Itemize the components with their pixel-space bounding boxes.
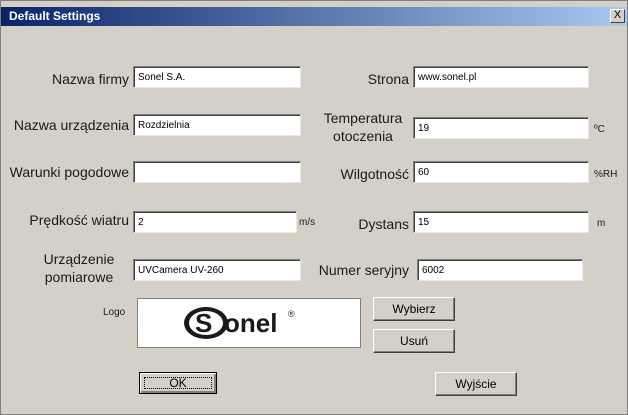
exit-label: Wyjście xyxy=(455,377,497,391)
humidity-input[interactable] xyxy=(413,161,589,183)
instrument-input[interactable] xyxy=(133,259,301,281)
temperature-unit: ºC xyxy=(594,124,605,135)
logo-preview: S onel ® xyxy=(137,298,361,348)
website-input[interactable] xyxy=(413,66,589,88)
close-button[interactable]: X xyxy=(610,9,625,23)
distance-input[interactable] xyxy=(413,211,589,233)
temperature-label-line1: Temperatura xyxy=(323,110,403,126)
sonel-logo-image: S onel ® xyxy=(184,307,295,339)
remove-logo-button[interactable]: Usuń xyxy=(373,329,455,353)
wind-speed-input[interactable] xyxy=(133,211,297,233)
humidity-unit: %RH xyxy=(594,169,618,180)
device-name-input[interactable] xyxy=(133,114,301,136)
ok-label: OK xyxy=(169,376,187,390)
company-input[interactable] xyxy=(133,66,301,88)
temperature-label-line2: otoczenia xyxy=(333,128,393,144)
weather-label: Warunki pogodowe xyxy=(9,164,129,180)
device-name-label: Nazwa urządzenia xyxy=(13,117,129,133)
remove-logo-label: Usuń xyxy=(399,334,428,348)
weather-input[interactable] xyxy=(133,161,301,183)
instrument-label-line1: Urządzenie xyxy=(43,251,115,267)
logo-wordmark: onel xyxy=(224,308,277,338)
title-bar: Default Settings X xyxy=(1,7,627,26)
choose-logo-button[interactable]: Wybierz xyxy=(373,297,455,321)
distance-label: Dystans xyxy=(358,216,409,232)
company-label: Nazwa firmy xyxy=(51,71,129,87)
logo-label: Logo xyxy=(103,307,126,318)
settings-dialog: Default Settings X Nazwa firmy Strona Na… xyxy=(0,0,628,415)
close-icon: X xyxy=(613,9,622,21)
exit-button[interactable]: Wyjście xyxy=(435,372,517,396)
ok-button[interactable]: OK xyxy=(139,372,217,394)
logo-initial: S xyxy=(195,308,212,338)
instrument-label-line2: pomiarowe xyxy=(44,269,114,285)
distance-unit: m xyxy=(597,218,606,229)
registered-mark: ® xyxy=(288,309,295,319)
serial-number-label: Numer seryjny xyxy=(318,262,409,278)
choose-logo-label: Wybierz xyxy=(392,302,436,316)
humidity-label: Wilgotność xyxy=(340,166,409,182)
temperature-input[interactable] xyxy=(413,117,589,139)
serial-number-input[interactable] xyxy=(417,259,583,281)
website-label: Strona xyxy=(367,71,409,87)
window-title: Default Settings xyxy=(9,9,101,23)
wind-speed-unit: m/s xyxy=(299,217,316,228)
wind-speed-label: Prędkość wiatru xyxy=(29,212,129,228)
